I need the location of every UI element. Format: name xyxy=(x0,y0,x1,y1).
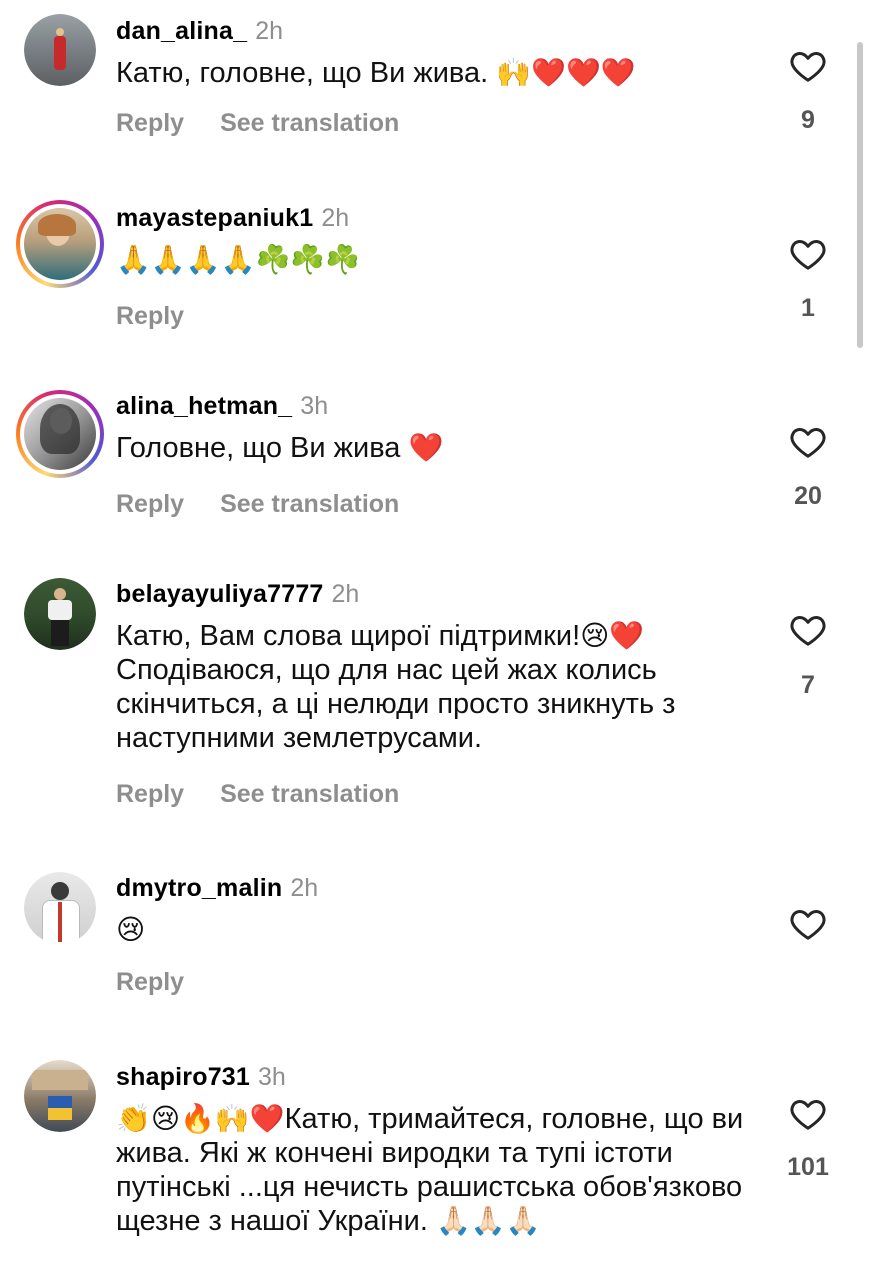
avatar[interactable] xyxy=(24,872,96,944)
reply-button[interactable]: Reply xyxy=(116,967,184,997)
emoji-sequence: ❤️ xyxy=(408,431,444,464)
comment-text: 🙏🙏🙏🙏☘️☘️☘️ xyxy=(116,243,756,277)
see-translation-button[interactable]: See translation xyxy=(220,489,399,519)
avatar[interactable] xyxy=(24,578,96,650)
heart-outline-icon[interactable] xyxy=(788,610,828,650)
timestamp: 2h xyxy=(255,17,284,45)
username[interactable]: alina_hetman_ xyxy=(116,392,292,420)
comment-text: Катю, головне, що Ви жива. 🙌❤️❤️❤️ xyxy=(116,56,636,89)
heart-outline-icon[interactable] xyxy=(788,234,828,274)
timestamp: 2h xyxy=(321,204,350,232)
timestamp: 2h xyxy=(331,580,360,608)
emoji-sequence: 🙏🙏🙏🙏☘️☘️☘️ xyxy=(116,243,361,276)
username[interactable]: dan_alina_ xyxy=(116,17,247,45)
comment-text: Катю, Вам слова щирої підтримки!😢❤️ Спод… xyxy=(116,619,676,754)
emoji-sequence-end: 🙏🏻🙏🏻🙏🏻 xyxy=(435,1204,541,1237)
timestamp: 3h xyxy=(258,1063,286,1091)
like-count: 7 xyxy=(801,671,815,699)
username[interactable]: dmytro_malin xyxy=(116,874,282,902)
like-count: 101 xyxy=(787,1153,829,1181)
avatar[interactable] xyxy=(24,14,96,86)
emoji-sequence: 🙌❤️❤️❤️ xyxy=(496,56,636,89)
avatar[interactable] xyxy=(24,1060,96,1132)
vertical-scrollbar[interactable] xyxy=(857,42,863,348)
heart-outline-icon[interactable] xyxy=(788,1094,828,1134)
comment-text: 😢 xyxy=(116,913,756,947)
comment-text: 👏😢🔥🙌❤️Катю, тримайтеся, головне, що ви ж… xyxy=(116,1102,744,1237)
emoji-sequence: 😢❤️ xyxy=(580,619,645,652)
username[interactable]: mayastepaniuk1 xyxy=(116,204,313,232)
avatar[interactable] xyxy=(16,200,104,288)
emoji-sequence: 😢 xyxy=(116,913,146,946)
reply-button[interactable]: Reply xyxy=(116,779,184,809)
heart-outline-icon[interactable] xyxy=(788,422,828,462)
like-count: 1 xyxy=(801,294,815,322)
like-count: 20 xyxy=(794,482,822,510)
comment-text: Головне, що Ви жива ❤️ xyxy=(116,431,444,464)
timestamp: 3h xyxy=(300,392,329,420)
username[interactable]: belayayuliya7777 xyxy=(116,580,324,608)
username[interactable]: shapiro731 xyxy=(116,1063,250,1091)
see-translation-button[interactable]: See translation xyxy=(220,108,399,138)
heart-outline-icon[interactable] xyxy=(788,46,828,86)
see-translation-button[interactable]: See translation xyxy=(220,779,399,809)
like-count: 9 xyxy=(801,106,815,134)
reply-button[interactable]: Reply xyxy=(116,301,184,331)
timestamp: 2h xyxy=(290,874,319,902)
avatar[interactable] xyxy=(16,390,104,478)
heart-outline-icon[interactable] xyxy=(788,904,828,944)
reply-button[interactable]: Reply xyxy=(116,489,184,519)
reply-button[interactable]: Reply xyxy=(116,108,184,138)
emoji-sequence: 👏😢🔥🙌❤️ xyxy=(116,1102,285,1135)
